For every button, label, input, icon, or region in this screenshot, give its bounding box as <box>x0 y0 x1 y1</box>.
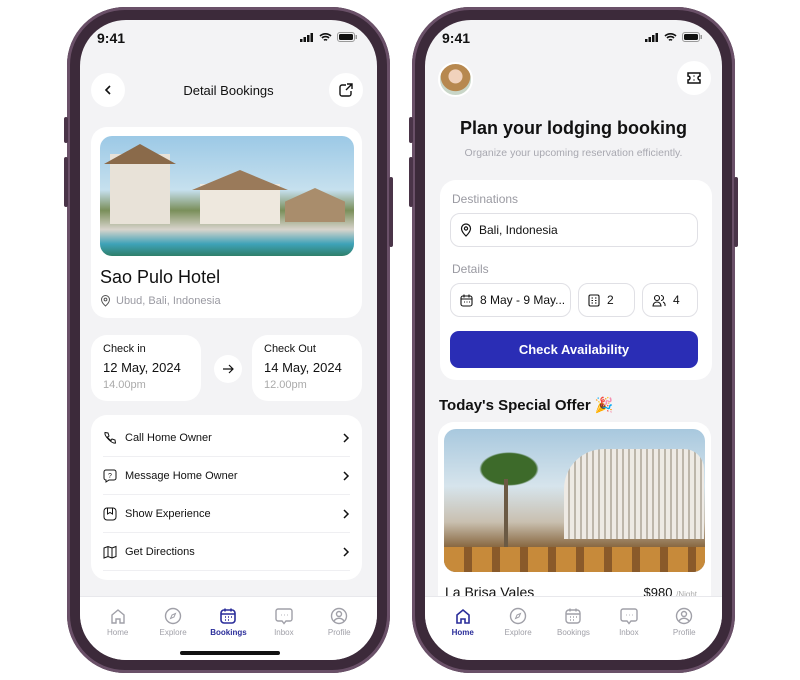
rooms-input[interactable]: 2 <box>578 283 635 317</box>
building-icon <box>588 293 600 307</box>
phone-icon <box>104 431 117 444</box>
tab-bookings[interactable]: Bookings <box>548 607 598 660</box>
status-time: 9:41 <box>442 30 471 46</box>
compass-icon <box>509 607 527 625</box>
users-icon <box>652 294 666 307</box>
location-pin-icon <box>460 223 472 237</box>
action-show-experience[interactable]: Show Experience <box>103 495 350 533</box>
offer-card[interactable]: La Brisa Vales $980 /Night <box>438 422 711 622</box>
calendar-icon <box>565 608 582 624</box>
signal-icon <box>645 32 658 42</box>
check-out-date: 14 May, 2024 <box>264 360 342 375</box>
actions-card: Call Home Owner ? Message Home Owner Sho… <box>91 415 362 580</box>
guests-input[interactable]: 4 <box>642 283 698 317</box>
location-text: Ubud, Bali, Indonesia <box>116 295 221 307</box>
signal-icon <box>300 32 313 42</box>
home-icon <box>455 608 470 624</box>
destination-input[interactable]: Bali, Indonesia <box>450 213 698 247</box>
check-in-card: Check in 12 May, 2024 14.00pm <box>91 335 201 401</box>
ticket-icon <box>687 72 701 84</box>
message-question-icon: ? <box>103 469 117 483</box>
tab-inbox[interactable]: Inbox <box>604 607 654 660</box>
wifi-icon <box>664 33 677 41</box>
battery-icon <box>337 32 357 42</box>
map-icon <box>103 545 117 559</box>
status-icons <box>645 32 702 42</box>
home-icon <box>110 609 125 624</box>
calendar-icon <box>460 294 473 307</box>
page-title: Plan your lodging booking <box>460 118 687 138</box>
calendar-icon <box>220 608 237 624</box>
compass-icon <box>164 607 182 625</box>
check-out-label: Check Out <box>264 343 316 355</box>
hotel-location: Ubud, Bali, Indonesia <box>100 295 221 307</box>
ticket-button[interactable] <box>677 61 711 95</box>
action-call-home-owner[interactable]: Call Home Owner <box>103 419 350 457</box>
screen-detail-bookings: 9:41 Detail Bookings Sao Pulo Hotel Ubud… <box>80 20 377 660</box>
action-get-directions[interactable]: Get Directions <box>103 533 350 571</box>
user-circle-icon <box>676 607 693 625</box>
check-in-time: 14.00pm <box>103 379 146 391</box>
home-indicator <box>180 651 280 655</box>
check-out-card: Check Out 14 May, 2024 12.00pm <box>252 335 362 401</box>
status-icons <box>300 32 357 42</box>
check-availability-button[interactable]: Check Availability <box>450 331 698 368</box>
chevron-right-icon <box>343 508 350 519</box>
hotel-image <box>100 136 354 256</box>
location-pin-icon <box>100 295 111 307</box>
destinations-label: Destinations <box>452 192 519 206</box>
share-button[interactable] <box>329 73 363 107</box>
tab-explore[interactable]: Explore <box>493 607 543 660</box>
hotel-name: Sao Pulo Hotel <box>100 267 221 287</box>
arrow-right-icon <box>214 355 242 383</box>
tab-profile[interactable]: Profile <box>314 607 364 660</box>
chevron-right-icon <box>343 432 350 443</box>
battery-icon <box>682 32 702 42</box>
action-message-home-owner[interactable]: ? Message Home Owner <box>103 457 350 495</box>
chevron-right-icon <box>343 470 350 481</box>
tab-home[interactable]: Home <box>93 607 143 660</box>
dates-input[interactable]: 8 May - 9 May... <box>450 283 571 317</box>
check-in-date: 12 May, 2024 <box>103 360 181 375</box>
phone-frame-right: 9:41 Plan your lodging booking Organize … <box>409 7 738 673</box>
user-circle-icon <box>331 607 348 625</box>
share-icon <box>339 83 353 97</box>
check-out-time: 12.00pm <box>264 379 307 391</box>
avatar[interactable] <box>438 62 473 97</box>
wifi-icon <box>319 33 332 41</box>
screen-plan-booking: 9:41 Plan your lodging booking Organize … <box>425 20 722 660</box>
chat-icon <box>620 608 638 625</box>
page-subtitle: Organize your upcoming reservation effic… <box>464 147 683 159</box>
tab-profile[interactable]: Profile <box>659 607 709 660</box>
offer-image <box>444 429 705 572</box>
chat-icon <box>275 608 293 625</box>
special-offer-title: Today's Special Offer 🎉 <box>439 397 614 414</box>
svg-text:?: ? <box>108 473 112 480</box>
chevron-right-icon <box>343 546 350 557</box>
bookmark-icon <box>103 507 117 520</box>
tab-bar: Home Explore Bookings Inbox Profile <box>425 596 722 660</box>
check-in-label: Check in <box>103 343 146 355</box>
details-label: Details <box>452 262 489 276</box>
status-time: 9:41 <box>97 30 126 46</box>
phone-frame-left: 9:41 Detail Bookings Sao Pulo Hotel Ubud… <box>64 7 393 673</box>
tab-home[interactable]: Home <box>438 607 488 660</box>
search-card: Destinations Bali, Indonesia Details 8 M… <box>440 180 712 380</box>
hotel-card[interactable]: Sao Pulo Hotel Ubud, Bali, Indonesia <box>91 127 362 318</box>
